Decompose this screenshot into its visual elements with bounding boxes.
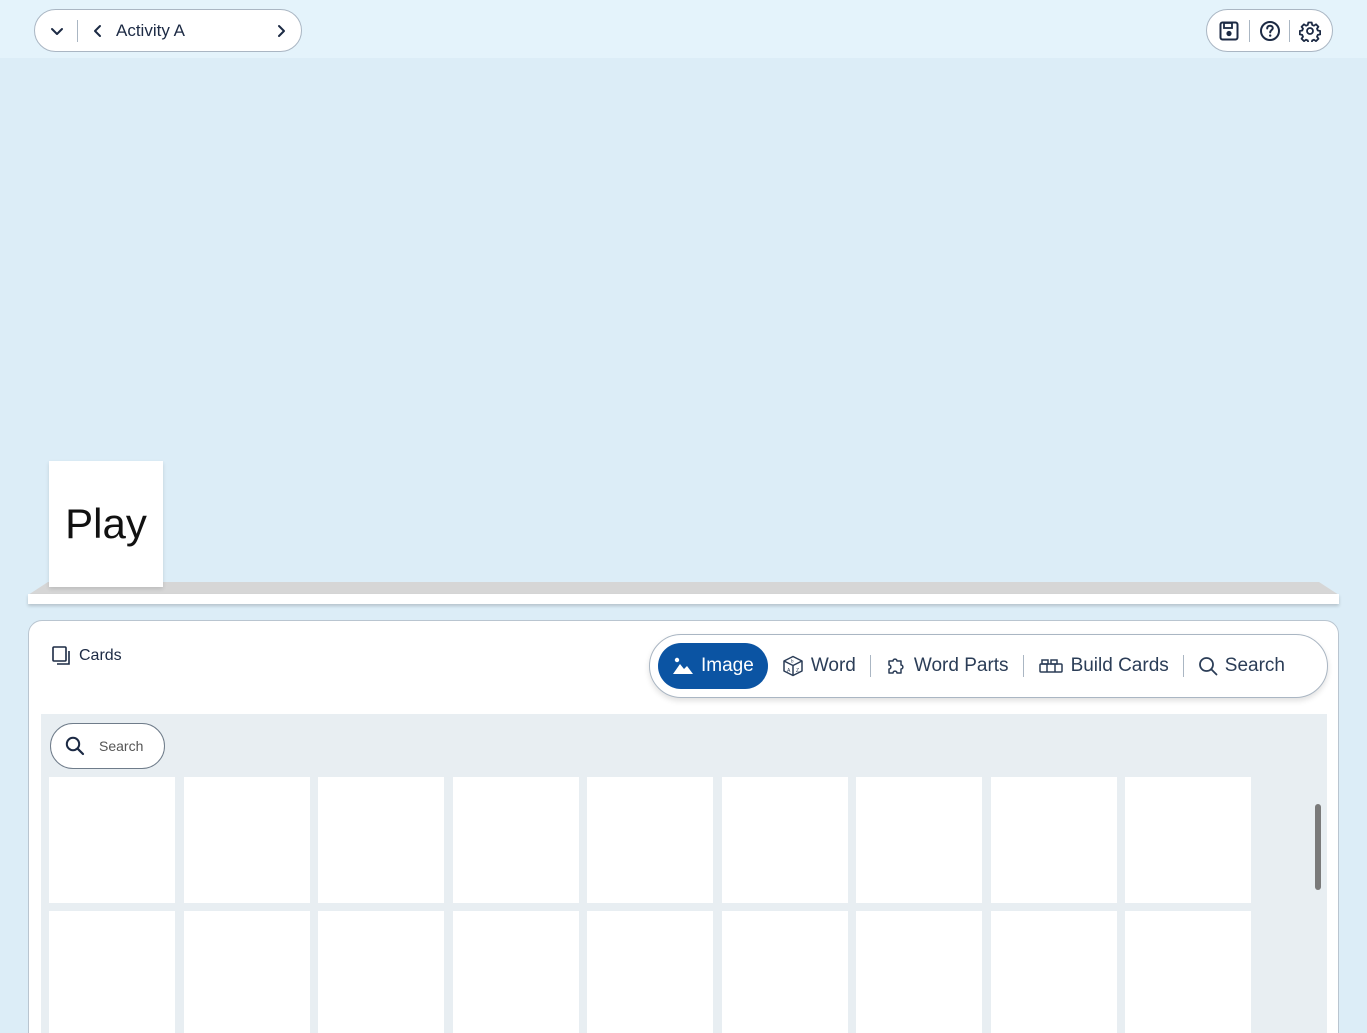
svg-text:A: A bbox=[787, 668, 791, 674]
cards-label: Cards bbox=[79, 647, 122, 664]
activity-nav: Activity A bbox=[34, 9, 302, 52]
next-activity-button[interactable] bbox=[267, 17, 295, 45]
card-slot[interactable] bbox=[49, 911, 175, 1033]
gear-icon bbox=[1299, 21, 1321, 42]
card-slot[interactable] bbox=[452, 911, 579, 1033]
toolbar-divider bbox=[1289, 19, 1291, 42]
save-button[interactable] bbox=[1215, 17, 1243, 45]
card-slot[interactable] bbox=[318, 911, 444, 1033]
search-icon bbox=[1198, 657, 1218, 676]
tab-search[interactable]: Search bbox=[1184, 643, 1299, 689]
tab-word-parts[interactable]: Word Parts bbox=[871, 643, 1023, 689]
previous-activity-button[interactable] bbox=[84, 17, 112, 45]
svg-text:b: b bbox=[791, 659, 794, 664]
card-slot[interactable] bbox=[721, 911, 848, 1033]
top-toolbar bbox=[1206, 9, 1333, 52]
nav-divider bbox=[77, 19, 78, 42]
page: Activity A Play Cards Image A Z b Word W… bbox=[0, 0, 1367, 1033]
play-card[interactable]: Play bbox=[49, 461, 163, 587]
chevron-left-icon bbox=[94, 24, 101, 37]
card-grid-scrollbar[interactable] bbox=[1315, 804, 1321, 890]
card-search[interactable] bbox=[50, 723, 165, 769]
cards-panel-title: Cards bbox=[51, 645, 122, 667]
tab-image[interactable]: Image bbox=[658, 643, 768, 689]
dice-icon: A Z b bbox=[783, 655, 803, 677]
settings-button[interactable] bbox=[1296, 17, 1324, 45]
activity-dropdown-button[interactable] bbox=[43, 17, 71, 45]
card-search-input[interactable] bbox=[99, 738, 155, 754]
card-slot[interactable] bbox=[183, 777, 310, 903]
tab-label: Word bbox=[810, 655, 856, 676]
activity-title: Activity A bbox=[116, 20, 185, 40]
image-icon bbox=[673, 657, 693, 674]
cards-icon bbox=[52, 646, 70, 665]
card-slot[interactable] bbox=[990, 777, 1117, 903]
build-cards-icon bbox=[1038, 659, 1063, 673]
card-slot[interactable] bbox=[990, 911, 1117, 1033]
card-slot[interactable] bbox=[856, 777, 982, 903]
shelf-front bbox=[28, 594, 1339, 604]
tab-build-cards[interactable]: Build Cards bbox=[1024, 643, 1183, 689]
card-slot[interactable] bbox=[318, 777, 444, 903]
svg-text:Z: Z bbox=[796, 668, 799, 674]
card-slot[interactable] bbox=[587, 777, 713, 903]
puzzle-icon bbox=[888, 658, 904, 674]
save-icon bbox=[1219, 21, 1239, 40]
card-slot[interactable] bbox=[49, 777, 175, 903]
play-card-label: Play bbox=[65, 500, 147, 547]
card-slot[interactable] bbox=[856, 911, 982, 1033]
tab-label: Image bbox=[701, 655, 754, 676]
card-type-tabs: Image A Z b Word Word Parts Build Cards … bbox=[649, 634, 1328, 698]
tab-label: Search bbox=[1224, 655, 1285, 676]
cards-panel: Cards Image A Z b Word Word Parts Build … bbox=[28, 620, 1339, 1033]
toolbar-divider bbox=[1248, 19, 1250, 42]
card-grid bbox=[49, 777, 1251, 1033]
card-slot[interactable] bbox=[721, 777, 848, 903]
card-slot[interactable] bbox=[1125, 911, 1251, 1033]
card-slot[interactable] bbox=[452, 777, 579, 903]
help-icon bbox=[1259, 20, 1280, 41]
chevron-down-icon bbox=[51, 27, 63, 35]
tab-word[interactable]: A Z b Word bbox=[768, 643, 870, 689]
card-slot[interactable] bbox=[1125, 777, 1251, 903]
card-slot[interactable] bbox=[183, 911, 310, 1033]
tab-label: Build Cards bbox=[1070, 655, 1169, 676]
help-button[interactable] bbox=[1256, 17, 1284, 45]
card-slot[interactable] bbox=[587, 911, 713, 1033]
search-icon bbox=[65, 736, 85, 756]
chevron-right-icon bbox=[278, 24, 285, 37]
card-browser bbox=[41, 714, 1327, 1033]
tab-label: Word Parts bbox=[913, 655, 1009, 676]
